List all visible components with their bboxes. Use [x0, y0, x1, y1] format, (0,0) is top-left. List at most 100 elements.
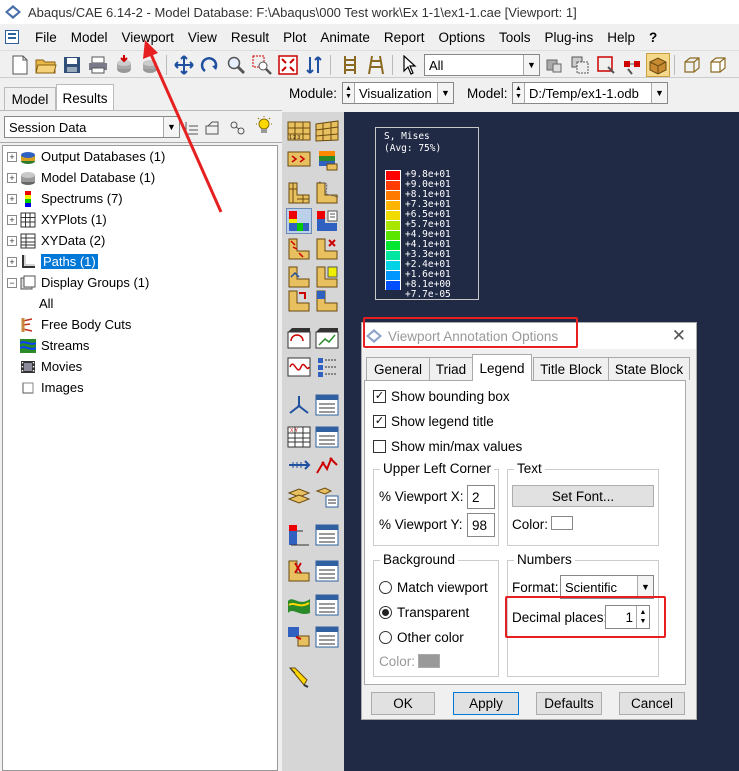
chevron-down-icon[interactable]: ▼	[163, 117, 179, 137]
export-database-icon[interactable]	[138, 53, 162, 77]
menu-help[interactable]: Help	[600, 30, 642, 45]
material-orientation-icon[interactable]	[286, 264, 312, 290]
transparent-radio[interactable]: Transparent	[379, 603, 469, 621]
model-spinner-icon[interactable]: ▲ ▼	[513, 83, 525, 103]
tag-elements-icon[interactable]	[286, 146, 312, 172]
display-group-manager-icon[interactable]	[314, 558, 340, 584]
l-shape-icon[interactable]	[286, 180, 312, 206]
tree-item-xydata[interactable]: + XYData (2)	[7, 230, 105, 251]
match-viewport-radio[interactable]: Match viewport	[379, 578, 488, 596]
checkmark-icon[interactable]: ✓	[373, 389, 386, 403]
cancel-button[interactable]: Cancel	[619, 692, 685, 715]
hidden-line-cube-icon[interactable]	[706, 53, 730, 77]
xy-plot-icon[interactable]	[314, 452, 340, 478]
chevron-down-icon[interactable]: ▼	[437, 83, 453, 103]
session-data-combo[interactable]: Session Data ▼	[4, 116, 180, 138]
xy-data-create-icon[interactable]: X Y	[286, 424, 312, 450]
xy-data-manager-icon[interactable]	[314, 424, 340, 450]
pan-icon[interactable]	[172, 53, 196, 77]
select-box-icon[interactable]	[594, 53, 618, 77]
chevron-down-icon[interactable]: ▼	[523, 55, 539, 75]
set-font-button[interactable]: Set Font...	[512, 485, 654, 507]
tree-item-streams[interactable]: Streams	[20, 335, 89, 356]
tree-item-display-groups[interactable]: − Display Groups (1)	[7, 272, 149, 293]
symbol-options-icon[interactable]	[314, 236, 340, 262]
symbol-plot-icon[interactable]	[286, 236, 312, 262]
collapse-minus-icon[interactable]: −	[7, 277, 17, 288]
expand-plus-icon[interactable]: +	[7, 214, 17, 225]
contour-layers-icon[interactable]	[314, 146, 340, 172]
menu-options[interactable]: Options	[431, 30, 492, 45]
menu-tools[interactable]: Tools	[492, 30, 538, 45]
wireframe-cube-icon[interactable]	[680, 53, 704, 77]
tab-triad[interactable]: Triad	[429, 357, 473, 380]
tree-item-model-database[interactable]: + Model Database (1)	[7, 167, 155, 188]
chevron-down-icon[interactable]: ▼	[651, 83, 667, 103]
deformed-shape-icon[interactable]	[314, 118, 340, 144]
view-cut-icon[interactable]	[286, 392, 312, 418]
tree-item-xyplots[interactable]: + XYPlots (1)	[7, 209, 107, 230]
plot-multiple-icon[interactable]	[286, 288, 312, 314]
plot-multiple-options-icon[interactable]	[314, 288, 340, 314]
menu-file[interactable]: File	[28, 30, 64, 45]
free-body-cut-create-icon[interactable]	[286, 522, 312, 548]
active-steps-icon[interactable]	[286, 592, 312, 618]
menu-context-help[interactable]: ?	[642, 30, 664, 45]
tab-state-block[interactable]: State Block	[608, 357, 690, 380]
tree-item-spectrums[interactable]: + Spectrums (7)	[7, 188, 123, 209]
show-min-max-checkbox[interactable]: Show min/max values	[373, 437, 522, 455]
menu-viewport[interactable]: Viewport	[115, 30, 181, 45]
text-color-swatch[interactable]	[551, 516, 573, 530]
filter-tree-icon[interactable]	[202, 116, 226, 140]
path-create-icon[interactable]	[286, 452, 312, 478]
viewport-y-input[interactable]: 98	[467, 513, 495, 537]
tree-item-output-databases[interactable]: + Output Databases (1)	[7, 146, 165, 167]
decimal-places-input[interactable]: 1 ▲ ▼	[605, 605, 650, 629]
menu-plot[interactable]: Plot	[276, 30, 313, 45]
menu-report[interactable]: Report	[377, 30, 432, 45]
lightbulb-icon[interactable]	[252, 114, 276, 138]
expand-tree-icon[interactable]	[180, 116, 204, 140]
active-steps-manager-icon[interactable]	[314, 592, 340, 618]
tab-model[interactable]: Model	[4, 87, 56, 111]
material-orientation-options-icon[interactable]	[314, 264, 340, 290]
print-icon[interactable]	[86, 53, 110, 77]
tree-item-paths[interactable]: + Paths (1)	[7, 251, 98, 272]
select-entities-icon[interactable]	[568, 53, 592, 77]
import-database-icon[interactable]	[112, 53, 136, 77]
empty-checkbox-icon[interactable]	[373, 439, 386, 453]
tab-results[interactable]: Results	[56, 84, 114, 111]
save-icon[interactable]	[60, 53, 84, 77]
auto-fit-icon[interactable]	[276, 53, 300, 77]
l-shape-deformed-icon[interactable]	[314, 180, 340, 206]
free-body-cut-manager-icon[interactable]	[314, 522, 340, 548]
close-icon[interactable]: ✕	[672, 326, 686, 346]
expand-plus-icon[interactable]: +	[7, 256, 17, 267]
show-legend-title-checkbox[interactable]: ✓ Show legend title	[373, 412, 494, 430]
zoom-icon[interactable]	[224, 53, 248, 77]
expand-plus-icon[interactable]: +	[7, 172, 17, 183]
contour-plot-icon[interactable]	[286, 208, 312, 234]
module-combo[interactable]: ▲ ▼ Visualization ▼	[342, 82, 454, 104]
tree-item-free-body-cuts[interactable]: Free Body Cuts	[20, 314, 131, 335]
expand-plus-icon[interactable]: +	[7, 235, 17, 246]
format-combo[interactable]: Scientific ▼	[560, 575, 654, 599]
undeformed-shape-icon[interactable]: 1 2 3	[286, 118, 312, 144]
tab-title-block[interactable]: Title Block	[533, 357, 609, 380]
dialog-titlebar[interactable]: Viewport Annotation Options ✕	[362, 323, 696, 349]
display-group-cut-icon[interactable]	[286, 558, 312, 584]
tree-item-movies[interactable]: Movies	[20, 356, 82, 377]
window-menu-icon[interactable]	[4, 29, 20, 45]
box-zoom-icon[interactable]	[250, 53, 274, 77]
tab-legend[interactable]: Legend	[472, 354, 532, 381]
tree-filter-groups-icon[interactable]	[226, 116, 250, 140]
stream-manager-icon[interactable]	[314, 484, 340, 510]
menu-plugins[interactable]: Plug-ins	[538, 30, 601, 45]
other-color-radio[interactable]: Other color	[379, 628, 464, 646]
selection-options-icon[interactable]	[542, 53, 566, 77]
overlay-manager-icon[interactable]	[314, 624, 340, 650]
radio-button-icon[interactable]	[379, 630, 392, 644]
ok-button[interactable]: OK	[371, 692, 435, 715]
ladder-alt-icon[interactable]	[364, 53, 388, 77]
expand-plus-icon[interactable]: +	[7, 151, 17, 162]
